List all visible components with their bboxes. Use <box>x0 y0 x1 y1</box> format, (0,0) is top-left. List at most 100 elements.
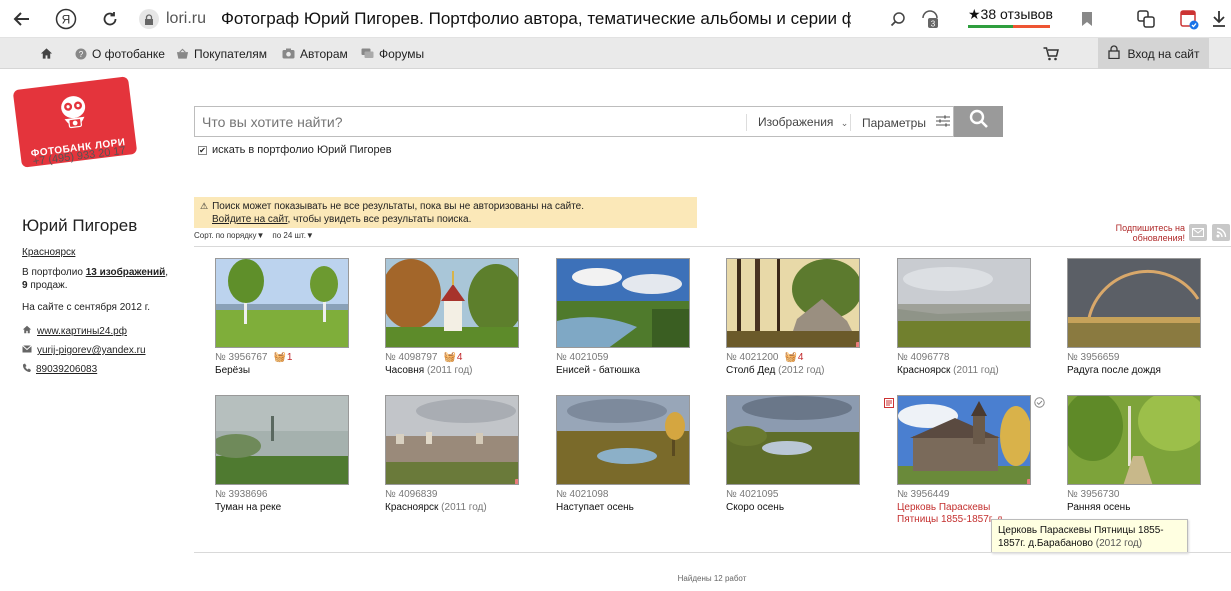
help-icon: ? <box>74 47 87 60</box>
subscribe-text[interactable]: Подпишитесь на обновления! <box>1115 223 1185 243</box>
photo-card[interactable]: № 4021095 Скоро осень <box>726 395 861 514</box>
divider <box>194 552 1231 553</box>
login-button[interactable]: Вход на сайт <box>1098 38 1209 69</box>
cart-button[interactable] <box>1043 38 1059 69</box>
images-count-link[interactable]: 13 изображений <box>86 267 166 278</box>
photo-thumbnail[interactable] <box>215 258 349 348</box>
cart-icon <box>1043 46 1059 60</box>
nav-about[interactable]: ? О фотобанке <box>74 38 165 69</box>
chevron-down-icon: ⌄ <box>840 118 849 128</box>
phone-row[interactable]: 89039206083 <box>22 363 97 376</box>
camera-icon <box>282 47 295 60</box>
lori-mascot-icon <box>61 96 86 129</box>
divider <box>850 114 851 131</box>
photo-title[interactable]: Туман на реке <box>215 502 350 514</box>
photo-card[interactable]: P № 3956449 Церковь Параскевы Пятницы 18… <box>897 395 1032 526</box>
website-row[interactable]: www.картины24.рф <box>22 325 127 337</box>
search-button[interactable] <box>954 106 1003 137</box>
portfolio-checkbox[interactable]: ✔ искать в портфолио Юрий Пигорев <box>198 144 392 156</box>
sort-controls: Сорт. по порядку▼ по 24 шт.▼ <box>194 231 314 240</box>
per-page-select[interactable]: по 24 шт.▼ <box>272 231 313 240</box>
reload-icon[interactable] <box>98 7 122 31</box>
photo-thumbnail[interactable]: P <box>726 258 860 348</box>
search-type-select[interactable]: Изображения ⌄ <box>758 115 848 129</box>
photo-thumbnail[interactable] <box>556 258 690 348</box>
address-domain[interactable]: lori.ru <box>166 10 206 28</box>
photo-title[interactable]: Наступает осень <box>556 502 691 514</box>
photo-title[interactable]: Столб Дед (2012 год) <box>726 365 861 377</box>
photo-thumbnail[interactable] <box>726 395 860 485</box>
photo-thumbnail[interactable] <box>1067 395 1201 485</box>
lock-icon[interactable] <box>139 9 159 29</box>
rating-bar <box>968 25 1050 28</box>
browser-toolbar: Я lori.ru Фотограф Юрий Пигорев. Портфол… <box>0 0 1231 38</box>
photo-card[interactable]: № 4021059 Енисей - батюшка <box>556 258 691 377</box>
photo-thumbnail[interactable] <box>556 395 690 485</box>
photo-title[interactable]: Берёзы <box>215 365 350 377</box>
svg-text:3: 3 <box>931 20 936 29</box>
photo-card[interactable]: P № 4021200🧺4 Столб Дед (2012 год) <box>726 258 861 377</box>
svg-text:?: ? <box>78 50 83 59</box>
photo-card[interactable]: № 3956659 Радуга после дождя <box>1067 258 1202 377</box>
rss-icon[interactable] <box>1212 224 1230 241</box>
photo-title[interactable]: Ранняя осень <box>1067 502 1202 514</box>
nav-authors[interactable]: Авторам <box>282 38 348 69</box>
reviews-link[interactable]: ★38 отзывов <box>968 6 1053 27</box>
photo-card[interactable]: № 3956767 🧺 1 Берёзы <box>215 258 350 377</box>
photo-card[interactable]: № 4021098 Наступает осень <box>556 395 691 514</box>
p-badge-icon: P <box>515 479 518 484</box>
photo-thumbnail[interactable] <box>897 258 1031 348</box>
yandex-icon[interactable]: Я <box>54 7 78 31</box>
photo-title[interactable]: Радуга после дождя <box>1067 365 1202 377</box>
photo-title[interactable]: Скоро осень <box>726 502 861 514</box>
p-badge-icon: P <box>1027 479 1030 484</box>
photo-title[interactable]: Часовня (2011 год) <box>385 365 520 377</box>
photo-card[interactable]: № 4098797 🧺 4 Часовня (2011 год) <box>385 258 520 377</box>
warning-icon: ⚠ <box>200 201 209 211</box>
back-icon[interactable] <box>10 7 34 31</box>
photo-title[interactable]: Красноярск (2011 год) <box>897 365 1032 377</box>
search-params-button[interactable]: Параметры <box>862 115 950 130</box>
lightbox-icon[interactable] <box>884 395 894 413</box>
photo-card[interactable]: № 3938696 Туман на реке <box>215 395 350 514</box>
extension-icon[interactable]: 3 <box>918 7 942 31</box>
download-icon[interactable] <box>1207 7 1231 31</box>
photo-thumbnail[interactable] <box>1067 258 1201 348</box>
search-icon <box>969 109 989 134</box>
mail-subscribe-icon[interactable] <box>1189 224 1207 241</box>
basket-icon: 🧺 <box>784 352 797 363</box>
home-link[interactable] <box>40 38 53 69</box>
basket-icon: 🧺 <box>443 352 456 363</box>
home-icon <box>40 47 53 60</box>
photo-thumbnail[interactable] <box>385 258 519 348</box>
photo-thumbnail[interactable]: P <box>897 395 1031 485</box>
checkbox-checked[interactable]: ✔ <box>198 145 207 155</box>
divider <box>194 246 1231 247</box>
nav-buyers[interactable]: Покупателям <box>176 38 267 69</box>
sort-order-select[interactable]: Сорт. по порядку▼ <box>194 231 264 240</box>
p-badge-icon: P <box>856 342 859 347</box>
photo-card[interactable]: № 4096778 Красноярск (2011 год) <box>897 258 1032 377</box>
photo-card[interactable]: № 3956730 Ранняя осень <box>1067 395 1202 514</box>
auth-notice: ⚠ Поиск может показывать не все результат… <box>194 197 697 228</box>
search-input[interactable] <box>202 114 732 130</box>
bookmark-icon[interactable] <box>1075 7 1099 31</box>
photo-title[interactable]: Енисей - батюшка <box>556 365 691 377</box>
search-page-icon[interactable] <box>886 7 910 31</box>
search-bar: Изображения ⌄ Параметры <box>194 106 954 137</box>
nav-forums[interactable]: Форумы <box>361 38 424 69</box>
translate-icon[interactable] <box>1134 7 1158 31</box>
portfolio-stats: В портфолио 13 изображений, 9 продаж. <box>22 267 169 291</box>
email-row[interactable]: yurij-pigorev@yandex.ru <box>22 345 146 356</box>
photo-title[interactable]: Красноярск (2011 год) <box>385 502 520 514</box>
check-circle-icon[interactable] <box>1034 395 1045 413</box>
login-link[interactable]: Войдите на сайт <box>212 214 288 225</box>
divider <box>746 114 747 131</box>
sales-badge: 🧺 4 <box>443 352 463 363</box>
photo-thumbnail[interactable]: P <box>385 395 519 485</box>
photo-thumbnail[interactable] <box>215 395 349 485</box>
calendar-icon[interactable] <box>1177 7 1201 31</box>
photo-card[interactable]: P № 4096839 Красноярск (2011 год) <box>385 395 520 514</box>
basket-icon <box>176 47 189 60</box>
author-city[interactable]: Красноярск <box>22 246 75 259</box>
